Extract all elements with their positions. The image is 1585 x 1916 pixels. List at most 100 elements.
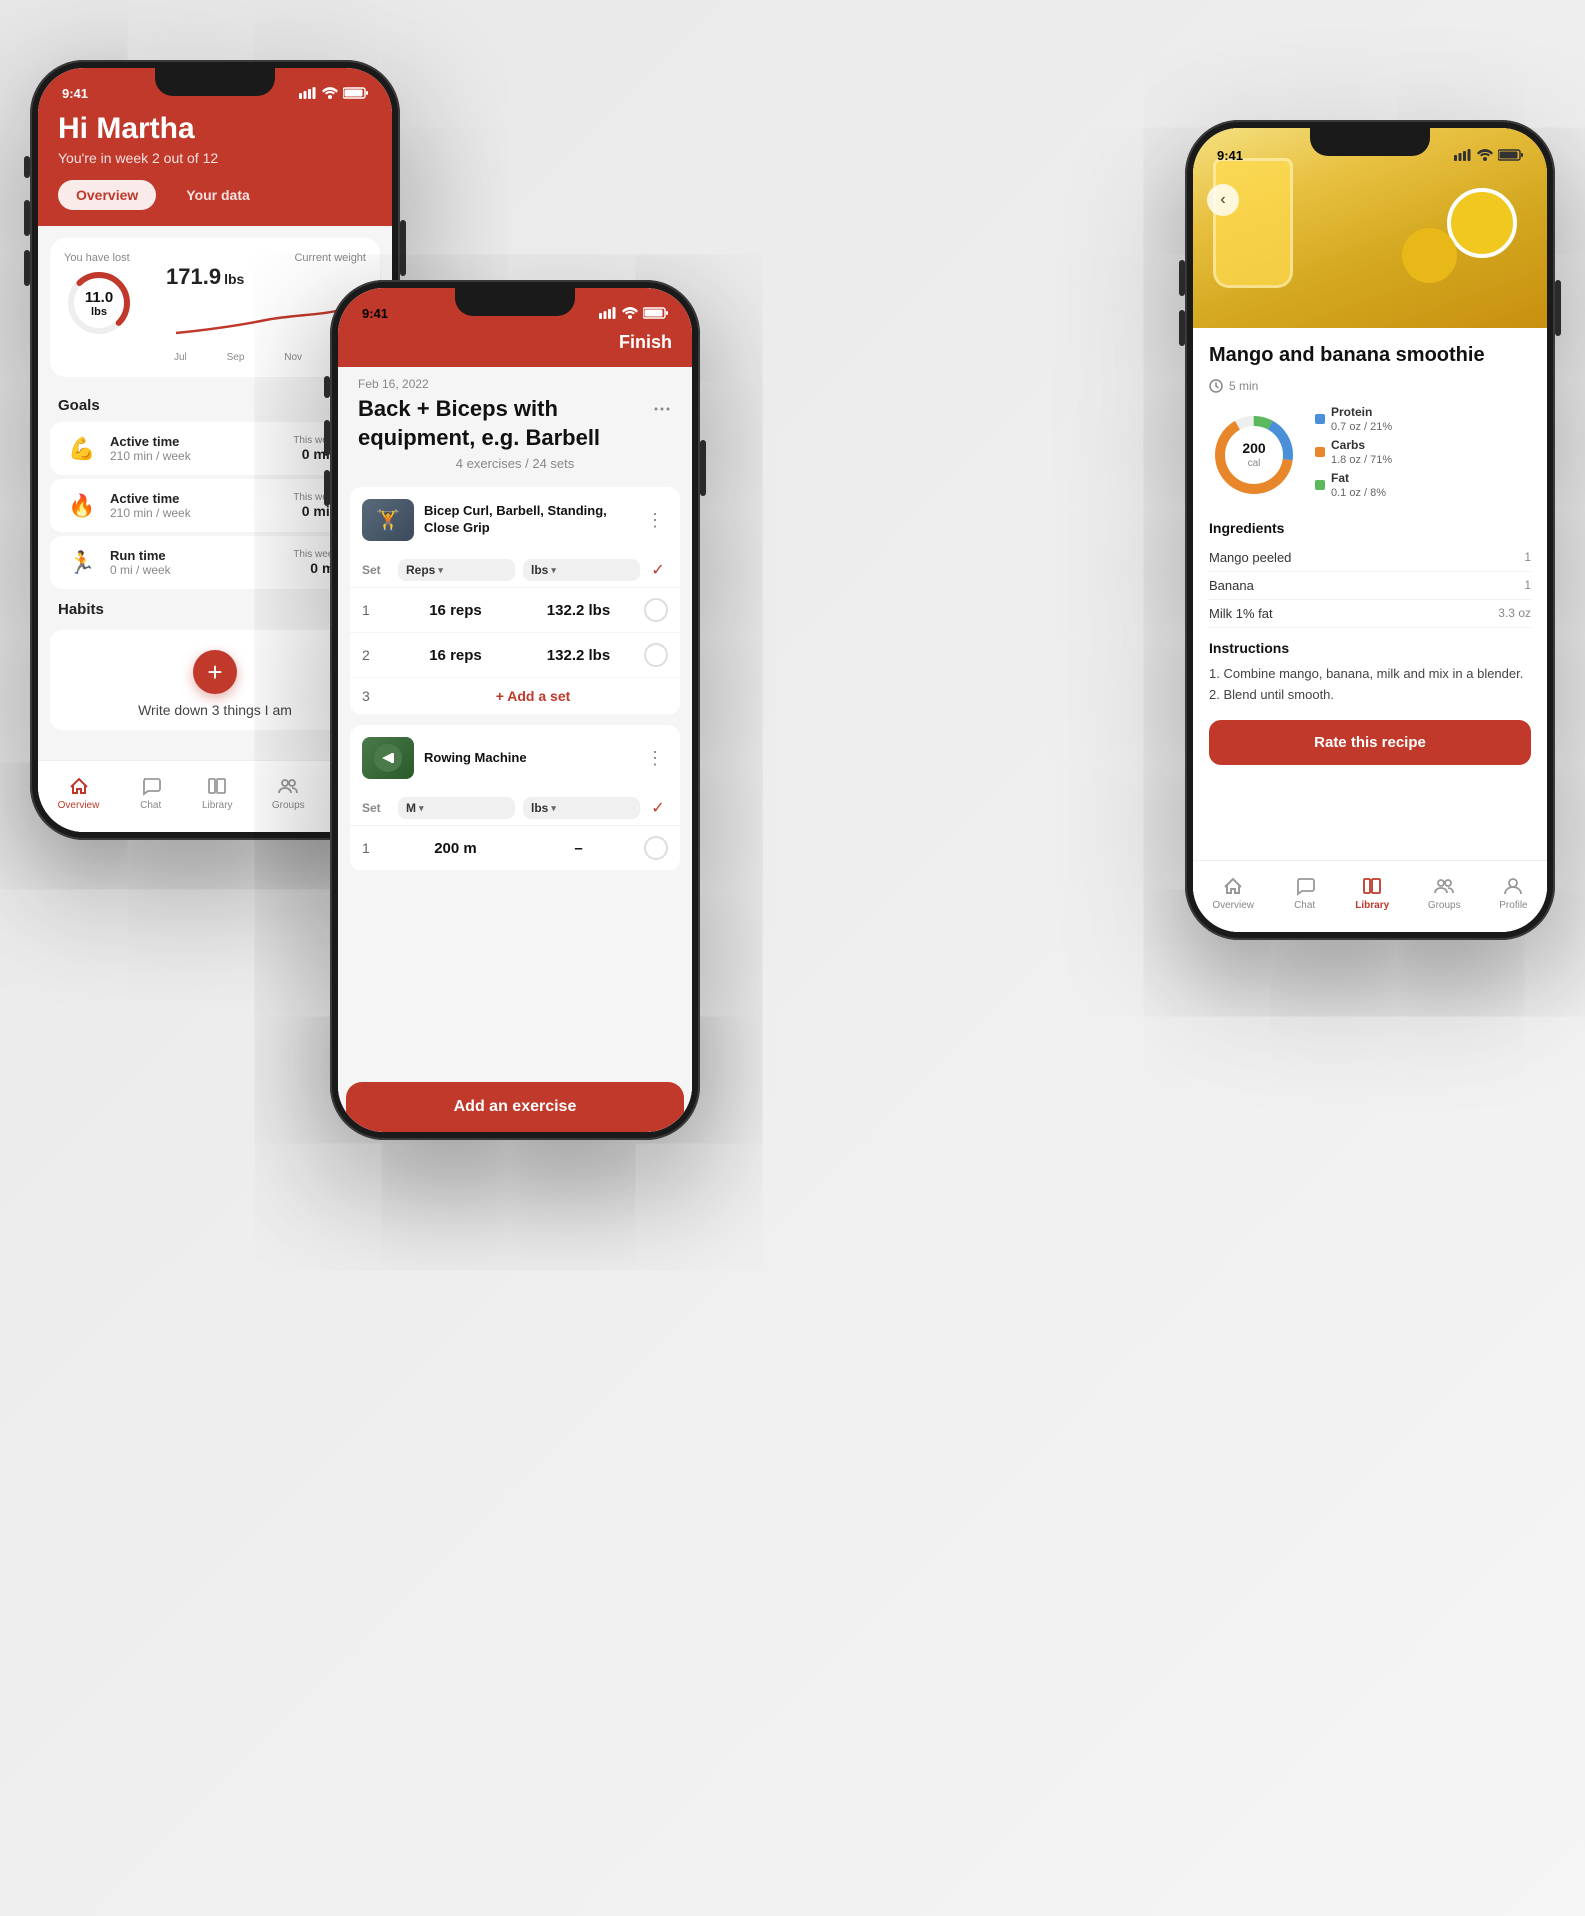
exercise-name-2: Rowing Machine [424, 750, 632, 767]
phone-recipe: 9:41 ‹ Mango and banana smo [1185, 120, 1555, 940]
lemon-1 [1447, 188, 1517, 258]
power-button[interactable] [400, 220, 406, 276]
workout-title: Back + Biceps with equipment, e.g. Barbe… [358, 395, 644, 452]
volume-down-button[interactable] [24, 250, 30, 286]
exercise-more-btn-1[interactable]: ⋮ [642, 506, 668, 535]
fat-label: Fat 0.1 oz / 8% [1331, 471, 1386, 499]
volume-up-button-3[interactable] [1179, 260, 1185, 296]
phone-workout: 9:41 Finish Feb 16, 2022 Back + Biceps w… [330, 280, 700, 1140]
recipe-content-inner: Mango and banana smoothie 5 min [1193, 328, 1547, 765]
rate-recipe-button[interactable]: Rate this recipe [1209, 720, 1531, 765]
reps-label-2: M [406, 801, 416, 815]
volume-up-button[interactable] [24, 200, 30, 236]
nav-groups-3[interactable]: Groups [1428, 874, 1461, 911]
clock-icon [1209, 379, 1223, 393]
silent-switch[interactable] [24, 156, 30, 178]
set-reps-1-2: 16 reps [398, 647, 513, 664]
weight-dropdown-2[interactable]: lbs ▾ [523, 797, 640, 819]
battery-icon-2 [643, 307, 668, 319]
silent-switch-2[interactable] [324, 376, 330, 398]
lost-label: You have lost [64, 252, 142, 264]
exercise-more-btn-2[interactable]: ⋮ [642, 744, 668, 773]
set-circle-1-1[interactable] [644, 598, 668, 622]
reps-label: Reps [406, 563, 435, 577]
check-icon: ✓ [648, 560, 668, 580]
nav-library-3[interactable]: Library [1355, 874, 1389, 911]
exercise1-table-header: Set Reps ▾ lbs ▾ [350, 553, 680, 588]
set-weight-1-1: 132.2 lbs [521, 602, 636, 619]
set-circle-1-2[interactable] [644, 643, 668, 667]
chat-icon [139, 774, 163, 798]
phone2-screen: 9:41 Finish Feb 16, 2022 Back + Biceps w… [338, 288, 692, 1132]
power-button-2[interactable] [700, 440, 706, 496]
phone2-content: Feb 16, 2022 Back + Biceps with equipmen… [338, 367, 692, 1132]
tab-your-data[interactable]: Your data [168, 180, 268, 210]
battery-icon-3 [1498, 149, 1523, 161]
goal-name-1: Active time [110, 434, 283, 449]
overview-icon-3 [1221, 874, 1245, 898]
reps-dropdown[interactable]: Reps ▾ [398, 559, 515, 581]
set-num-1-2: 2 [362, 647, 390, 663]
nav-overview-3[interactable]: Overview [1212, 874, 1254, 911]
tab-overview[interactable]: Overview [58, 180, 156, 210]
back-button[interactable]: ‹ [1207, 184, 1239, 216]
power-button-3[interactable] [1555, 280, 1561, 336]
ingredient-name-2: Banana [1209, 578, 1254, 593]
signal-icon-2 [599, 307, 617, 319]
reps-dropdown-2[interactable]: M ▾ [398, 797, 515, 819]
goal-sub-2: 210 min / week [110, 506, 283, 520]
goal-info-3: Run time 0 mi / week [110, 548, 283, 577]
nav-chat[interactable]: Chat [139, 774, 163, 811]
set-row-1-2: 2 16 reps 132.2 lbs [350, 633, 680, 678]
col-set-label: Set [362, 563, 390, 577]
nav-overview[interactable]: Overview [58, 774, 100, 811]
set-num-1-3: 3 [362, 688, 390, 704]
volume-down-button-2[interactable] [324, 470, 330, 506]
phone2-header: Finish [338, 332, 692, 367]
add-set-btn-1[interactable]: + Add a set [398, 688, 668, 704]
svg-text:cal: cal [1248, 458, 1261, 469]
nav-chat-3[interactable]: Chat [1293, 874, 1317, 911]
set-num-1-1: 1 [362, 602, 390, 618]
smoothie-glass [1213, 158, 1293, 288]
goal-sub-3: 0 mi / week [110, 563, 283, 577]
nav-overview-label: Overview [58, 800, 100, 811]
spacer [1209, 628, 1531, 640]
menu-icon[interactable] [644, 399, 672, 424]
nav-profile-3[interactable]: Profile [1499, 874, 1527, 911]
set-reps-2-1: 200 m [398, 840, 513, 857]
nutrition-donut: 200 cal [1209, 410, 1299, 500]
add-exercise-button[interactable]: Add an exercise [346, 1082, 684, 1132]
status-time-2: 9:41 [362, 306, 388, 321]
workout-date: Feb 16, 2022 [338, 367, 692, 395]
wifi-icon-3 [1477, 149, 1493, 161]
ingredients-title: Ingredients [1209, 520, 1531, 536]
weight-dropdown-arrow: ▾ [551, 565, 556, 576]
set-circle-2-1[interactable] [644, 836, 668, 860]
lost-unit: lbs [91, 306, 107, 318]
goal-name-2: Active time [110, 491, 283, 506]
add-exercise-area: Add an exercise [346, 1082, 684, 1132]
fat-name: Fat [1331, 471, 1349, 485]
nav-overview-label-3: Overview [1212, 900, 1254, 911]
workout-summary: 4 exercises / 24 sets [338, 456, 692, 481]
volume-up-button-2[interactable] [324, 420, 330, 456]
nav-groups[interactable]: Groups [272, 774, 305, 811]
groups-icon [276, 774, 300, 798]
lost-value: 11.0 [85, 289, 113, 306]
volume-down-button-3[interactable] [1179, 310, 1185, 346]
svg-text:200: 200 [1242, 440, 1266, 456]
protein-label: Protein 0.7 oz / 21% [1331, 405, 1392, 433]
library-icon-3 [1360, 874, 1384, 898]
set-row-1-1: 1 16 reps 132.2 lbs [350, 588, 680, 633]
weight-dropdown[interactable]: lbs ▾ [523, 559, 640, 581]
exercise2-table-header: Set M ▾ lbs ▾ [350, 791, 680, 826]
nav-library[interactable]: Library [202, 774, 233, 811]
instructions-title: Instructions [1209, 640, 1531, 656]
protein-dot [1315, 414, 1325, 424]
finish-button[interactable]: Finish [619, 332, 672, 353]
add-habit-button[interactable]: + [193, 650, 237, 694]
check-icon-2: ✓ [648, 798, 668, 818]
exercise-thumb-1: 🏋️ [362, 499, 414, 541]
month-nov: Nov [284, 352, 302, 363]
